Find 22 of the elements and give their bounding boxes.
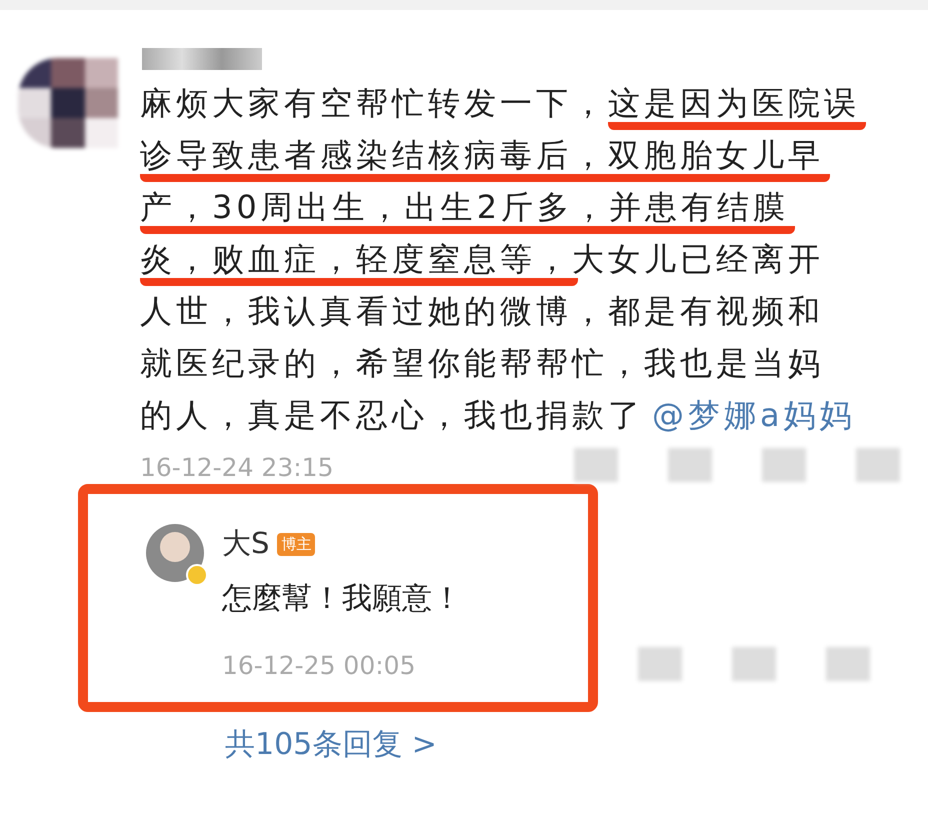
blurred-icon (732, 647, 776, 681)
comment-text: 人世，我认真看过她的微博，都是有视频和 (140, 292, 824, 332)
blurred-icon (826, 647, 870, 681)
comment-text: 诊导致患者感染结核病毒后，双胞胎女儿早 (140, 136, 830, 182)
blurred-icon (856, 448, 900, 482)
comment-text: 麻烦大家有空帮忙转发一下， (140, 84, 608, 124)
blurred-icon (762, 448, 806, 482)
author-badge: 博主 (277, 532, 316, 556)
blurred-icon (574, 448, 618, 482)
reply-text: 怎麼幫！我願意！ (222, 580, 462, 618)
reply-time: 16-12-25 00:05 (222, 651, 416, 680)
comment-text: 产，30周出生，出生2斤多，并患有结膜 (140, 188, 796, 234)
reply-author[interactable]: 大S (222, 524, 270, 564)
avatar-head (160, 532, 190, 562)
comment-text: 的人，真是不忍心，我也捐款了 (140, 396, 644, 436)
replies-link[interactable]: 共105条回复 > (225, 724, 437, 765)
blurred-icon (638, 647, 682, 681)
blurred-icon (668, 448, 712, 482)
comment-text: 就医纪录的，希望你能帮帮忙，我也是当妈 (140, 344, 824, 384)
mention-link[interactable]: @梦娜a妈妈 (652, 396, 856, 436)
comment-text: 这是因为医院误 (608, 84, 866, 130)
comment-time: 16-12-24 23:15 (140, 452, 334, 482)
